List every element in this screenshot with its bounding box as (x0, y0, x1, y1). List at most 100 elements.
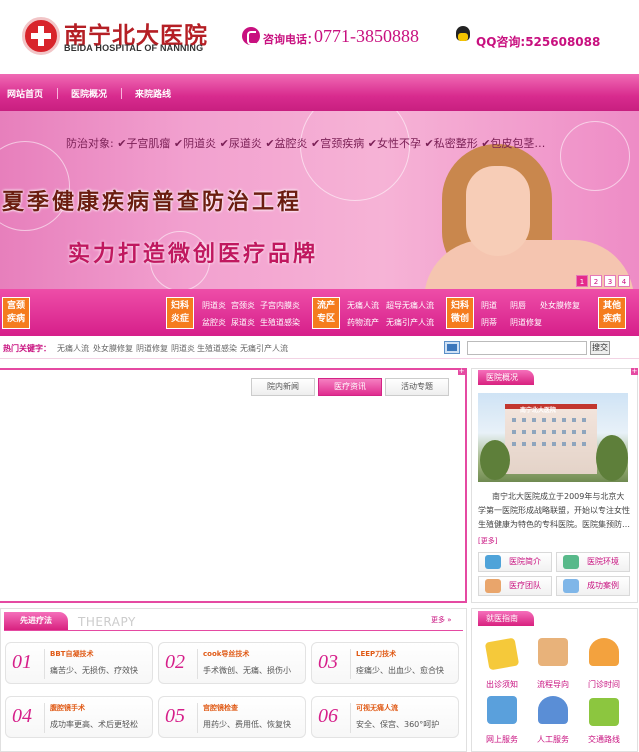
therapy-title-en: THERAPY (78, 615, 136, 629)
guide-title: 就医指南 (478, 611, 534, 626)
tree (596, 435, 628, 481)
card-number: 05 (165, 705, 185, 727)
card-desc: 成功率更高、术后更轻松 (50, 720, 138, 729)
guide-item[interactable]: 流程导向 (528, 679, 578, 690)
category-abortion[interactable]: 流产专区 (312, 297, 340, 329)
banner-pager-3[interactable]: 3 (604, 275, 616, 287)
overview-more-link[interactable]: [更多] (478, 536, 497, 546)
category-link[interactable]: 盆腔炎 (202, 317, 226, 328)
nav-item-home[interactable]: 网站首页 (7, 87, 43, 100)
category-link[interactable]: 无痛人流 (347, 300, 379, 311)
monitor-icon[interactable] (487, 696, 517, 724)
hot-keyword[interactable]: 无痛引产人流 (240, 343, 288, 354)
guide-item[interactable]: 人工服务 (528, 734, 578, 745)
card-number: 03 (318, 651, 338, 673)
doctor-clock-icon[interactable] (589, 638, 619, 666)
card-title: 宫腔镜检查 (203, 704, 238, 712)
therapy-card[interactable]: 01 BBT自凝技术 痛苦少、无损伤、疗效快 (5, 642, 153, 684)
category-link[interactable]: 药物流产 (347, 317, 379, 328)
notebook-icon[interactable] (484, 637, 520, 671)
qq-consult-link[interactable]: QQ咨询:525608088 (476, 33, 600, 50)
hot-keyword[interactable]: 无痛人流 (57, 343, 89, 354)
tab-events[interactable]: 活动专题 (385, 378, 449, 396)
guide-item[interactable]: 门诊时间 (579, 679, 629, 690)
therapy-card[interactable]: 02 cook导丝技术 手术微创、无痛、损伤小 (158, 642, 306, 684)
nav-item-route[interactable]: 来院路线 (135, 87, 171, 100)
btn-label: 医院环境 (587, 557, 619, 566)
operator-icon[interactable] (538, 696, 568, 724)
search-input[interactable] (467, 341, 587, 355)
banner-subtitle: 实力打造微创医疗品牌 (68, 242, 319, 267)
banner-pager-2[interactable]: 2 (590, 275, 602, 287)
category-link[interactable]: 子宫内膜炎 (260, 300, 300, 311)
category-link[interactable]: 宫颈炎 (231, 300, 255, 311)
btn-label: 成功案例 (587, 581, 619, 590)
category-link[interactable]: 超导无痛人流 (386, 300, 434, 311)
therapy-card[interactable]: 05 宫腔镜检查 用药少、费用低、恢复快 (158, 696, 306, 738)
search-icon (444, 341, 460, 354)
expand-icon[interactable]: + (458, 368, 465, 375)
hot-keyword[interactable]: 阴道炎 (171, 343, 195, 354)
btn-hospital-environment[interactable]: 医院环境 (556, 552, 630, 572)
btn-label: 医院简介 (509, 557, 541, 566)
divider (4, 630, 463, 631)
hot-keywords-label: 热门关键字： (3, 344, 51, 353)
card-desc: 痊痛少、出血少、愈合快 (356, 666, 444, 675)
therapy-card[interactable]: 03 LEEP刀技术 痊痛少、出血少、愈合快 (311, 642, 459, 684)
hot-keyword[interactable]: 阴道修复 (136, 343, 168, 354)
category-link[interactable]: 尿道炎 (231, 317, 255, 328)
overview-title: 医院概况 (478, 370, 534, 385)
building-sign: 南宁北大医院 (520, 407, 557, 414)
building-icon (563, 555, 579, 569)
category-cervical[interactable]: 宫颈疾病 (2, 297, 30, 329)
therapy-card[interactable]: 04 腹腔镜手术 成功率更高、术后更轻松 (5, 696, 153, 738)
category-link[interactable]: 处女膜修复 (540, 300, 580, 311)
card-desc: 用药少、费用低、恢复快 (203, 720, 291, 729)
banner-pager-4[interactable]: 4 (618, 275, 630, 287)
category-link[interactable]: 无痛引产人流 (386, 317, 434, 328)
nav-separator (57, 88, 58, 99)
tree (480, 440, 510, 480)
card-desc: 痛苦少、无损伤、疗效快 (50, 666, 138, 675)
card-title: 可视无痛人流 (356, 704, 398, 712)
tab-hospital-news[interactable]: 院内新闻 (251, 378, 315, 396)
nav-item-overview[interactable]: 医院概况 (71, 87, 107, 100)
folder-icon (563, 579, 579, 593)
category-link[interactable]: 阴唇 (510, 300, 526, 311)
category-link[interactable]: 生殖道感染 (260, 317, 300, 328)
card-title: LEEP刀技术 (356, 650, 397, 658)
bus-icon[interactable] (589, 698, 619, 726)
expand-icon[interactable]: + (631, 368, 638, 375)
tab-medical-info[interactable]: 医疗资讯 (318, 378, 382, 396)
therapy-more-link[interactable]: 更多 » (431, 615, 452, 625)
nav-separator (121, 88, 122, 99)
guide-item[interactable]: 网上服务 (477, 734, 527, 745)
category-inflammation[interactable]: 妇科炎症 (166, 297, 194, 329)
category-other[interactable]: 其他疾病 (598, 297, 626, 329)
logo-subtitle: BEIDA HOSPITAL OF NANNING (64, 43, 204, 53)
hot-keyword[interactable]: 处女膜修复 (93, 343, 133, 354)
therapy-title: 先进疗法 (4, 612, 68, 630)
building-flow-icon[interactable] (538, 638, 568, 666)
btn-medical-team[interactable]: 医疗团队 (478, 576, 552, 596)
therapy-card[interactable]: 06 可视无痛人流 安全、保宫、360°呵护 (311, 696, 459, 738)
qq-penguin-icon[interactable] (454, 26, 472, 46)
category-link[interactable]: 阴道 (481, 300, 497, 311)
category-link[interactable]: 阴道炎 (202, 300, 226, 311)
btn-hospital-intro[interactable]: 医院简介 (478, 552, 552, 572)
banner-bubble (300, 111, 410, 201)
guide-item[interactable]: 出诊须知 (477, 679, 527, 690)
card-number: 01 (12, 651, 32, 673)
banner-pager-1[interactable]: 1 (576, 275, 588, 287)
phone-number: 0771-3850888 (314, 26, 419, 46)
book-icon (485, 555, 501, 569)
btn-success-cases[interactable]: 成功案例 (556, 576, 630, 596)
hot-keyword[interactable]: 生殖道感染 (197, 343, 237, 354)
category-link[interactable]: 阴蒂 (481, 317, 497, 328)
guide-item[interactable]: 交通路线 (579, 734, 629, 745)
hospital-logo-icon[interactable] (22, 17, 60, 55)
search-button[interactable]: 搜交 (590, 341, 610, 355)
category-link[interactable]: 阴道修复 (510, 317, 542, 328)
phone-label: 咨询电话： (263, 33, 318, 46)
category-minimally-invasive[interactable]: 妇科微创 (446, 297, 474, 329)
